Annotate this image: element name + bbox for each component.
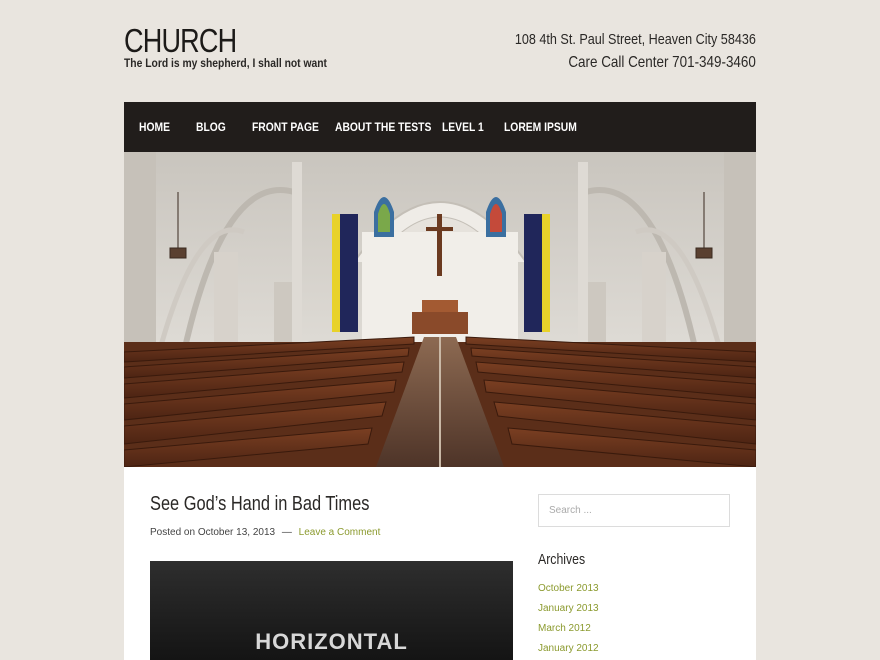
phone-text: Care Call Center 701-349-3460 — [568, 54, 756, 71]
archive-link-january-2012[interactable]: January 2012 — [538, 643, 599, 654]
post-date: Posted on October 13, 2013 — [150, 527, 276, 538]
nav-link-level-1[interactable]: LEVEL 1 — [442, 120, 484, 134]
content-area: See God’s Hand in Bad Times Posted on Oc… — [124, 467, 756, 660]
post-image-caption: HORIZONTAL — [255, 629, 408, 654]
nav-item-lorem-ipsum[interactable]: LOREM IPSUM — [504, 102, 589, 152]
site-tagline: The Lord is my shepherd, I shall not wan… — [124, 56, 328, 70]
nav-link-blog[interactable]: BLOG — [196, 120, 226, 134]
nav-item-home[interactable]: HOME — [139, 102, 175, 152]
archive-item: January 2013 — [538, 598, 599, 618]
archive-item: January 2012 — [538, 638, 599, 658]
header-image — [124, 152, 756, 467]
archive-item: October 2013 — [538, 578, 599, 598]
nav-item-about-the-tests[interactable]: ABOUT THE TESTS — [335, 102, 447, 152]
meta-separator: — — [281, 527, 292, 538]
nav-item-blog[interactable]: BLOG — [196, 102, 231, 152]
post-meta: Posted on October 13, 2013 — Leave a Com… — [150, 527, 380, 538]
church-interior-image — [124, 152, 756, 467]
nav-link-lorem-ipsum[interactable]: LOREM IPSUM — [504, 120, 577, 134]
nav-link-front-page[interactable]: FRONT PAGE — [252, 120, 319, 134]
site-header: CHURCH The Lord is my shepherd, I shall … — [124, 0, 756, 102]
nav-item-level-1[interactable]: LEVEL 1 — [442, 102, 490, 152]
search-input[interactable] — [538, 494, 730, 527]
address-text: 108 4th St. Paul Street, Heaven City 584… — [515, 31, 756, 48]
archive-link-october-2013[interactable]: October 2013 — [538, 583, 599, 594]
nav-link-about-the-tests[interactable]: ABOUT THE TESTS — [335, 120, 431, 134]
leave-comment-link[interactable]: Leave a Comment — [299, 527, 381, 538]
archives-list: October 2013 January 2013 March 2012 Jan… — [538, 578, 599, 658]
post-featured-image[interactable]: HORIZONTAL — [150, 561, 513, 660]
archives-title: Archives — [538, 551, 586, 568]
archive-link-january-2013[interactable]: January 2013 — [538, 603, 599, 614]
post-title[interactable]: See God’s Hand in Bad Times — [150, 493, 369, 516]
site-title[interactable]: CHURCH — [124, 22, 237, 60]
archive-link-march-2012[interactable]: March 2012 — [538, 623, 591, 634]
archive-item: March 2012 — [538, 618, 599, 638]
contact-info: 108 4th St. Paul Street, Heaven City 584… — [515, 30, 756, 74]
nav-item-front-page[interactable]: FRONT PAGE — [252, 102, 330, 152]
nav-link-home[interactable]: HOME — [139, 120, 170, 134]
main-navigation: HOME BLOG FRONT PAGE ABOUT THE TESTS LEV… — [124, 102, 756, 152]
